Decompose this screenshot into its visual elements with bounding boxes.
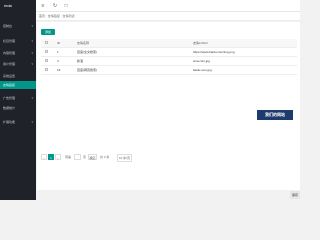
prev-page-button[interactable]: ‹ xyxy=(41,154,47,160)
table-row[interactable]: 16 百度(网页搜索) baidu.com.jpg xyxy=(41,66,297,75)
next-page-button[interactable]: › xyxy=(55,154,61,160)
chevron-down-icon: ▾ xyxy=(31,24,33,28)
menu-icon[interactable]: ≡ xyxy=(40,3,46,9)
sidebar-item-label: 控制台 xyxy=(3,24,13,28)
save-button[interactable]: 保存 xyxy=(290,191,300,199)
sidebar-item-dashboard[interactable]: 控制台 ▾ xyxy=(0,22,36,30)
sidebar-item-label: 友情链接 xyxy=(3,83,16,87)
breadcrumb: 首页/友情链接/友情列表 xyxy=(36,12,300,21)
cell-id: 16 xyxy=(57,68,61,72)
chevron-down-icon: ▾ xyxy=(31,96,33,100)
page-button-current[interactable]: 1 xyxy=(48,154,54,160)
pager-total: 共 3 条 xyxy=(100,155,110,159)
sidebar-item-settings[interactable]: 系统设置 xyxy=(0,72,36,80)
cell-name: 百度(网页搜索) xyxy=(77,68,97,72)
chevron-down-icon: ▾ xyxy=(31,120,33,124)
chevron-down-icon: ▾ xyxy=(31,51,33,55)
sidebar-item-label: 广告管理 xyxy=(3,96,16,100)
sidebar-item-links[interactable]: 友情链接 xyxy=(0,81,36,89)
sidebar-item-label: 用户管理 xyxy=(3,62,16,66)
breadcrumb-current: 友情列表 xyxy=(62,14,75,18)
sidebar: mda 控制台 ▾ 栏目管理 ▾ 内容管理 ▾ 用户管理 ▾ 系统设置 友情链接… xyxy=(0,0,36,200)
cell-id: 4 xyxy=(57,59,59,63)
screen-icon[interactable]: □ xyxy=(63,3,69,9)
cell-logo: https://www.baidu.com/img.png xyxy=(193,50,235,54)
links-table: ID 友情名称 友情LOGO 1 百度(全文搜索) https://www.ba… xyxy=(41,39,297,75)
pager-page-label: 页 xyxy=(83,155,87,159)
refresh-icon[interactable]: ↻ xyxy=(52,3,58,9)
sidebar-item-label: 栏目管理 xyxy=(3,39,16,43)
watermark-banner: 我们的网站 xyxy=(257,110,293,120)
sidebar-item-columns[interactable]: 栏目管理 ▾ xyxy=(0,37,36,45)
topbar: ≡ ↻ □ xyxy=(36,0,300,12)
breadcrumb-home[interactable]: 首页 xyxy=(39,14,45,18)
chevron-down-icon: ▾ xyxy=(31,39,33,43)
per-page-select[interactable]: 10 条/页 xyxy=(117,154,133,162)
cell-id: 1 xyxy=(57,50,59,54)
cell-name: 新浪 xyxy=(77,59,84,63)
column-header-logo: 友情LOGO xyxy=(193,41,208,45)
breadcrumb-separator: / xyxy=(46,14,47,18)
sidebar-item-users[interactable]: 用户管理 ▾ xyxy=(0,60,36,68)
sidebar-item-ads[interactable]: 广告管理 ▾ xyxy=(0,94,36,102)
breadcrumb-separator: / xyxy=(60,14,62,18)
breadcrumb-links[interactable]: 友情链接 xyxy=(48,14,60,18)
cell-logo: baidu.com.jpg xyxy=(193,68,212,72)
table-row[interactable]: 4 新浪 sina.com.jpg xyxy=(41,57,297,66)
column-header-id[interactable]: ID xyxy=(57,39,60,47)
sidebar-item-label: 数据统计 xyxy=(3,106,16,110)
pager-goto-label: 到第 xyxy=(65,155,72,159)
footer: 保存 xyxy=(36,190,300,200)
sidebar-item-label: 内容管理 xyxy=(3,51,16,55)
select-all-checkbox[interactable] xyxy=(45,41,48,44)
row-checkbox[interactable] xyxy=(45,68,48,71)
table-header-row: ID 友情名称 友情LOGO xyxy=(41,39,297,48)
table-row[interactable]: 1 百度(全文搜索) https://www.baidu.com/img.png xyxy=(41,48,297,57)
sidebar-item-stats[interactable]: 数据统计 xyxy=(0,104,36,112)
app-logo: mda xyxy=(4,3,12,8)
sidebar-item-label: 扩展功能 xyxy=(3,120,16,124)
pager-confirm-button[interactable]: 确定 xyxy=(88,154,97,160)
row-checkbox[interactable] xyxy=(45,50,48,53)
sidebar-item-label: 系统设置 xyxy=(3,74,16,78)
column-header-name: 友情名称 xyxy=(77,41,90,45)
sidebar-item-content[interactable]: 内容管理 ▾ xyxy=(0,49,36,57)
pager-page-input[interactable] xyxy=(74,154,81,160)
sidebar-item-extensions[interactable]: 扩展功能 ▾ xyxy=(0,118,36,126)
chevron-down-icon: ▾ xyxy=(31,62,33,66)
row-checkbox[interactable] xyxy=(45,59,48,62)
add-button[interactable]: 添加 xyxy=(41,29,55,35)
cell-name: 百度(全文搜索) xyxy=(77,50,97,54)
content-panel: 添加 ID 友情名称 友情LOGO 1 百度(全文搜索) https://www… xyxy=(37,22,300,190)
cell-logo: sina.com.jpg xyxy=(193,59,210,63)
